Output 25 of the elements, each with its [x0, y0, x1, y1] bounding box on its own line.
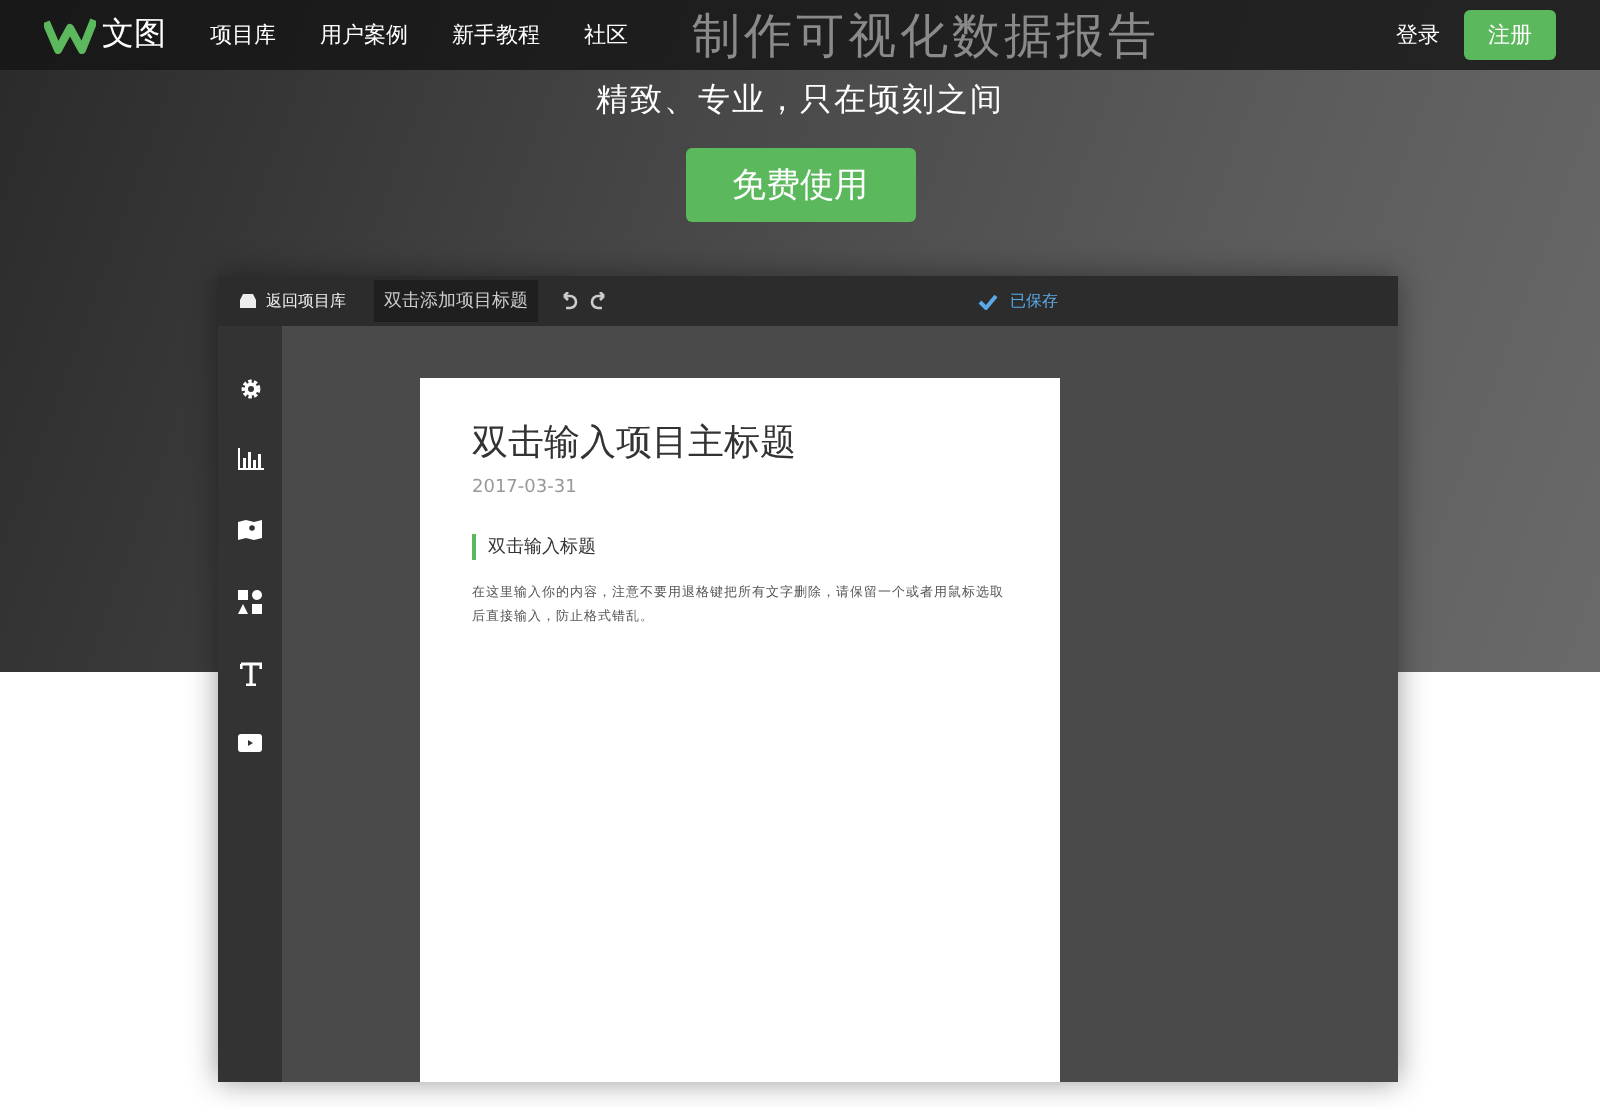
check-icon — [978, 293, 998, 309]
undo-icon[interactable] — [558, 292, 578, 310]
inbox-icon — [238, 292, 258, 310]
nav-link[interactable]: 用户案例 — [320, 20, 408, 50]
document-date: 2017-03-31 — [472, 478, 579, 498]
document-title[interactable]: 双击输入项目主标题 — [472, 418, 1008, 466]
logo-text: 文图 — [102, 14, 166, 56]
section-heading[interactable]: 双击输入标题 — [472, 534, 1008, 560]
logo-icon — [44, 17, 96, 53]
hero-title: 制作可视化数据报告 — [692, 5, 1160, 67]
nav-link[interactable]: 新手教程 — [452, 20, 540, 50]
title-field[interactable]: 双击添加项目标题 — [374, 280, 538, 322]
video-icon[interactable] — [238, 734, 262, 752]
nav-link[interactable]: 项目库 — [210, 20, 276, 50]
map-icon[interactable] — [238, 518, 262, 542]
hero-subtitle: 精致、专业，只在顷刻之间 — [596, 80, 1004, 122]
back-link[interactable]: 返回项目库 — [238, 290, 346, 312]
nav-link[interactable]: 社区 — [584, 20, 628, 50]
settings-icon[interactable] — [239, 378, 261, 400]
shapes-icon[interactable] — [238, 590, 262, 614]
bar-chart-icon[interactable] — [237, 448, 263, 470]
saved-status: 已保存 — [1010, 290, 1058, 312]
redo-icon[interactable] — [590, 292, 610, 310]
text-tool-icon[interactable] — [239, 662, 261, 686]
login-link[interactable]: 登录 — [1396, 20, 1440, 50]
